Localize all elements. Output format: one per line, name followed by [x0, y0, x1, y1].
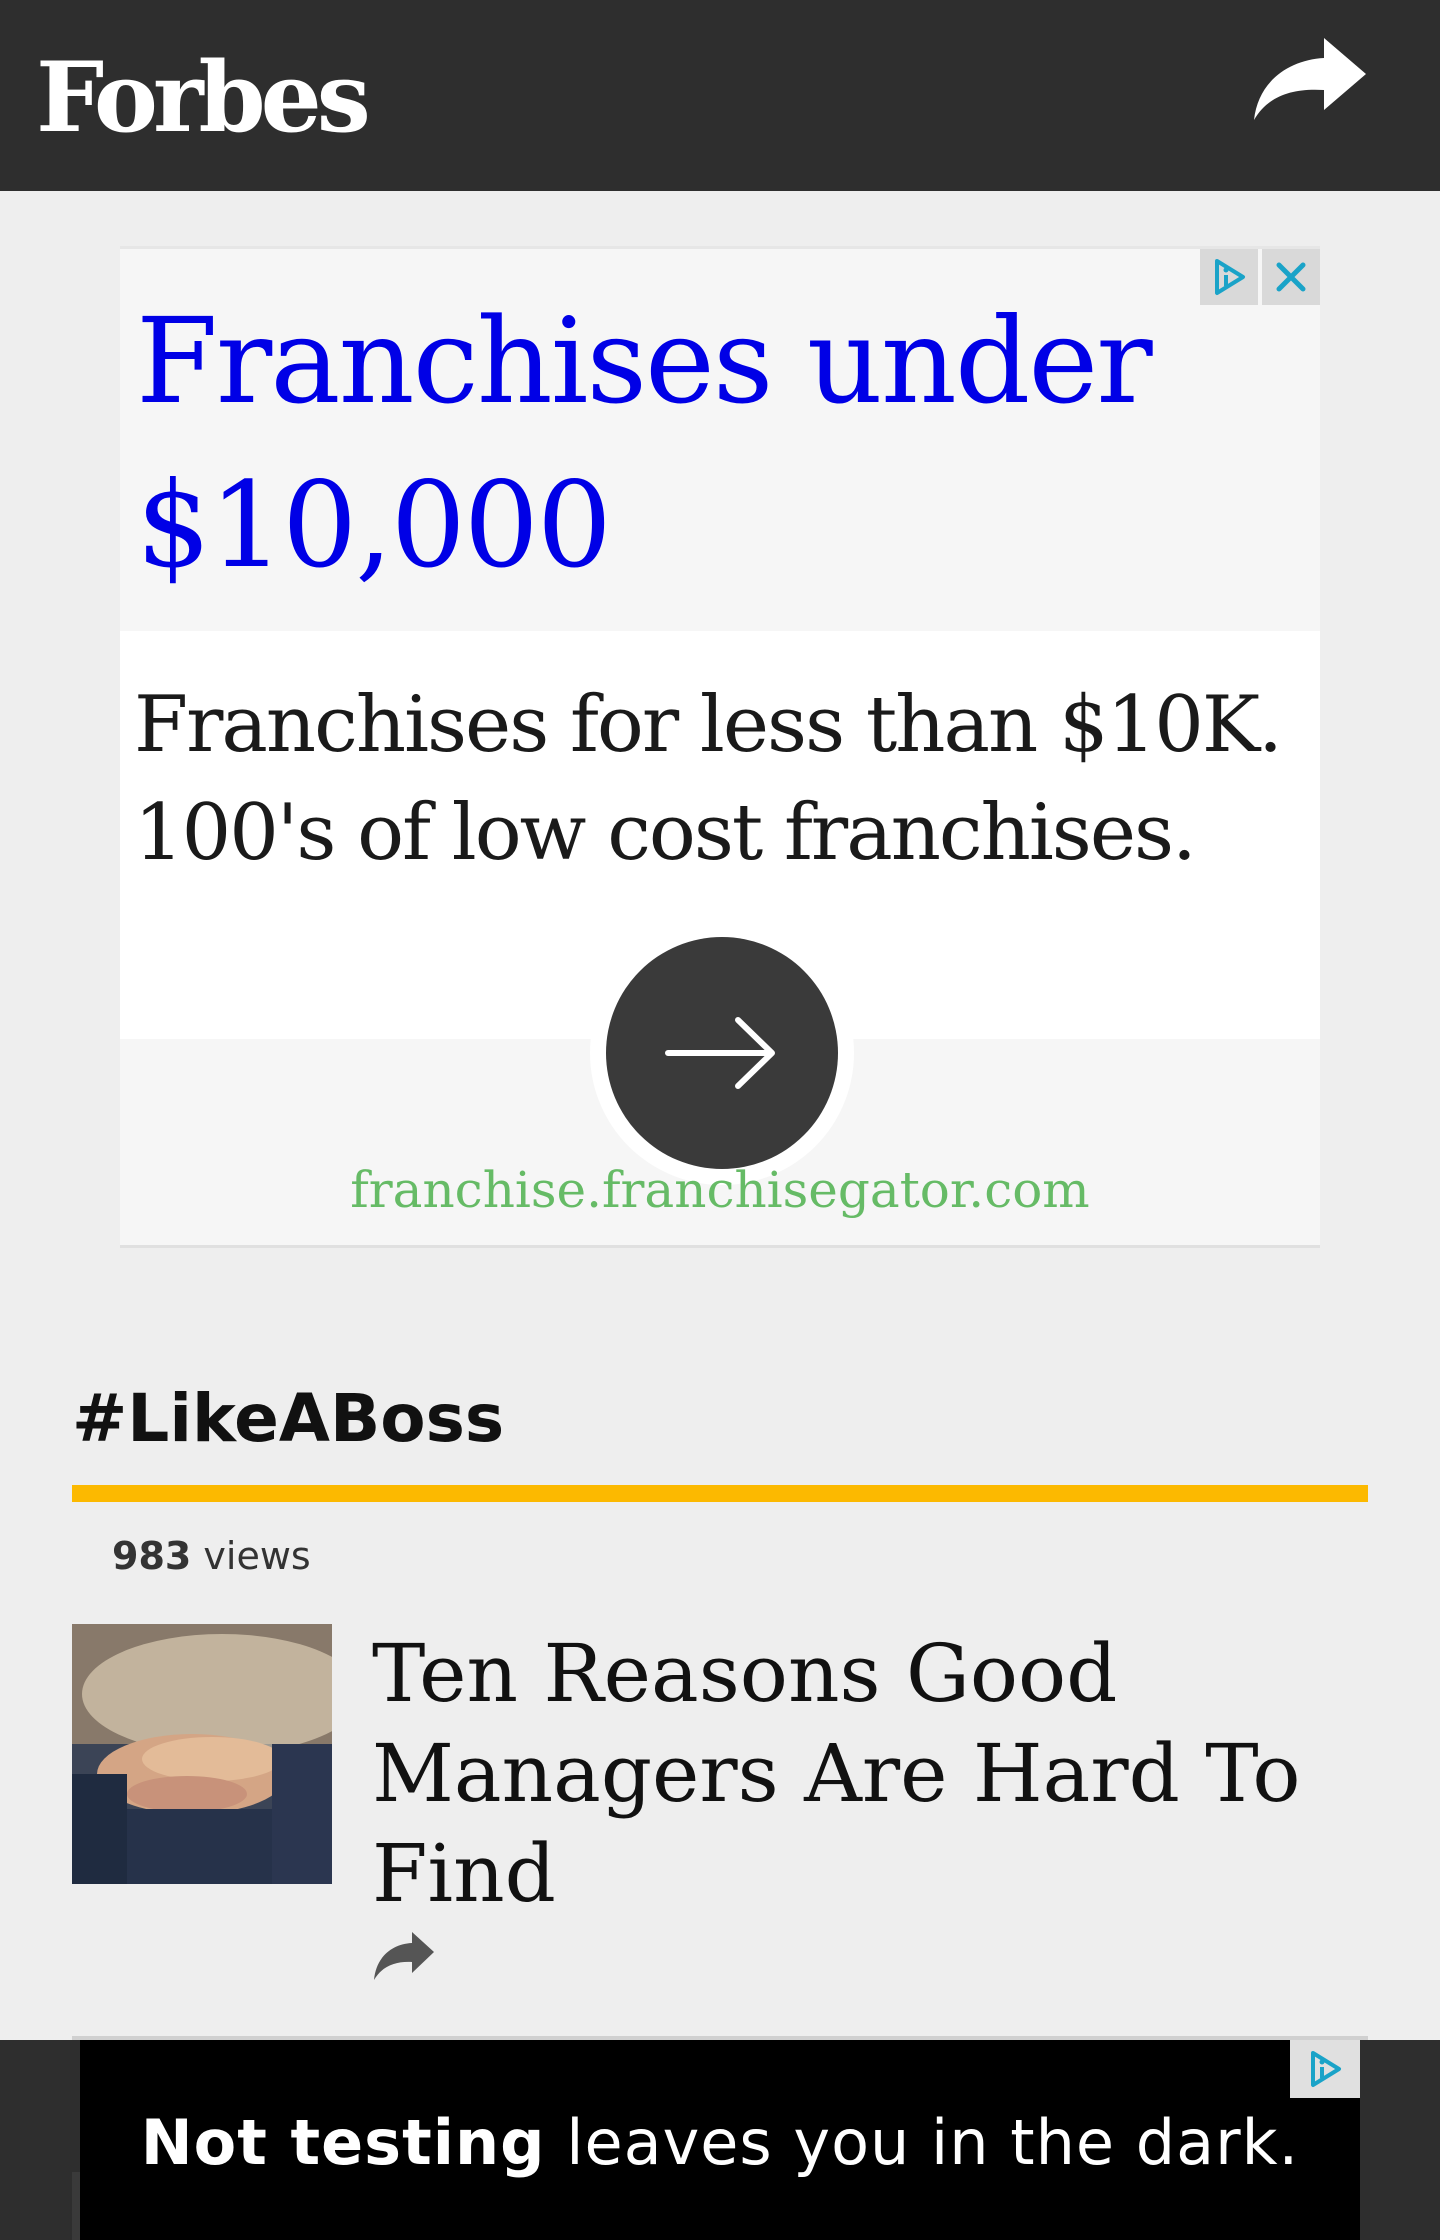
story-card[interactable]: Ten Reasons Good Managers Are Hard To Fi… — [72, 1624, 1368, 2040]
views-label: views — [203, 1534, 311, 1578]
top-bar: Forbes — [0, 0, 1440, 191]
ad-badges — [1200, 249, 1320, 305]
ad-cta-button[interactable] — [590, 921, 854, 1185]
share-arrow-icon[interactable] — [1248, 34, 1368, 134]
banner-rest-text: leaves you in the dark. — [566, 2106, 1300, 2179]
story-headline[interactable]: Ten Reasons Good Managers Are Hard To Fi… — [372, 1624, 1352, 1924]
share-arrow-icon[interactable] — [372, 1930, 436, 1986]
ad-domain-link[interactable]: franchise.franchisegator.com — [120, 1155, 1320, 1225]
banner-text: Not testing leaves you in the dark. — [80, 2106, 1360, 2179]
section-divider — [72, 1485, 1368, 1502]
section-title[interactable]: #LikeABoss — [72, 1380, 504, 1457]
display-ad[interactable]: Franchises under $10,000 Franchises for … — [120, 246, 1320, 1248]
story-thumbnail[interactable] — [72, 1624, 332, 1884]
close-icon[interactable] — [1262, 249, 1320, 305]
views-count: 983 views — [112, 1534, 311, 1578]
views-number: 983 — [112, 1534, 192, 1578]
arrow-right-icon — [606, 937, 838, 1169]
adchoices-icon[interactable] — [1290, 2040, 1360, 2098]
banner-ad[interactable]: Not testing leaves you in the dark. — [80, 2040, 1360, 2240]
banner-bold-text: Not testing — [140, 2106, 546, 2179]
ad-headline[interactable]: Franchises under $10,000 — [136, 279, 1216, 607]
forbes-logo[interactable]: Forbes — [36, 28, 371, 168]
ad-description: Franchises for less than $10K. 100's of … — [134, 680, 1283, 878]
